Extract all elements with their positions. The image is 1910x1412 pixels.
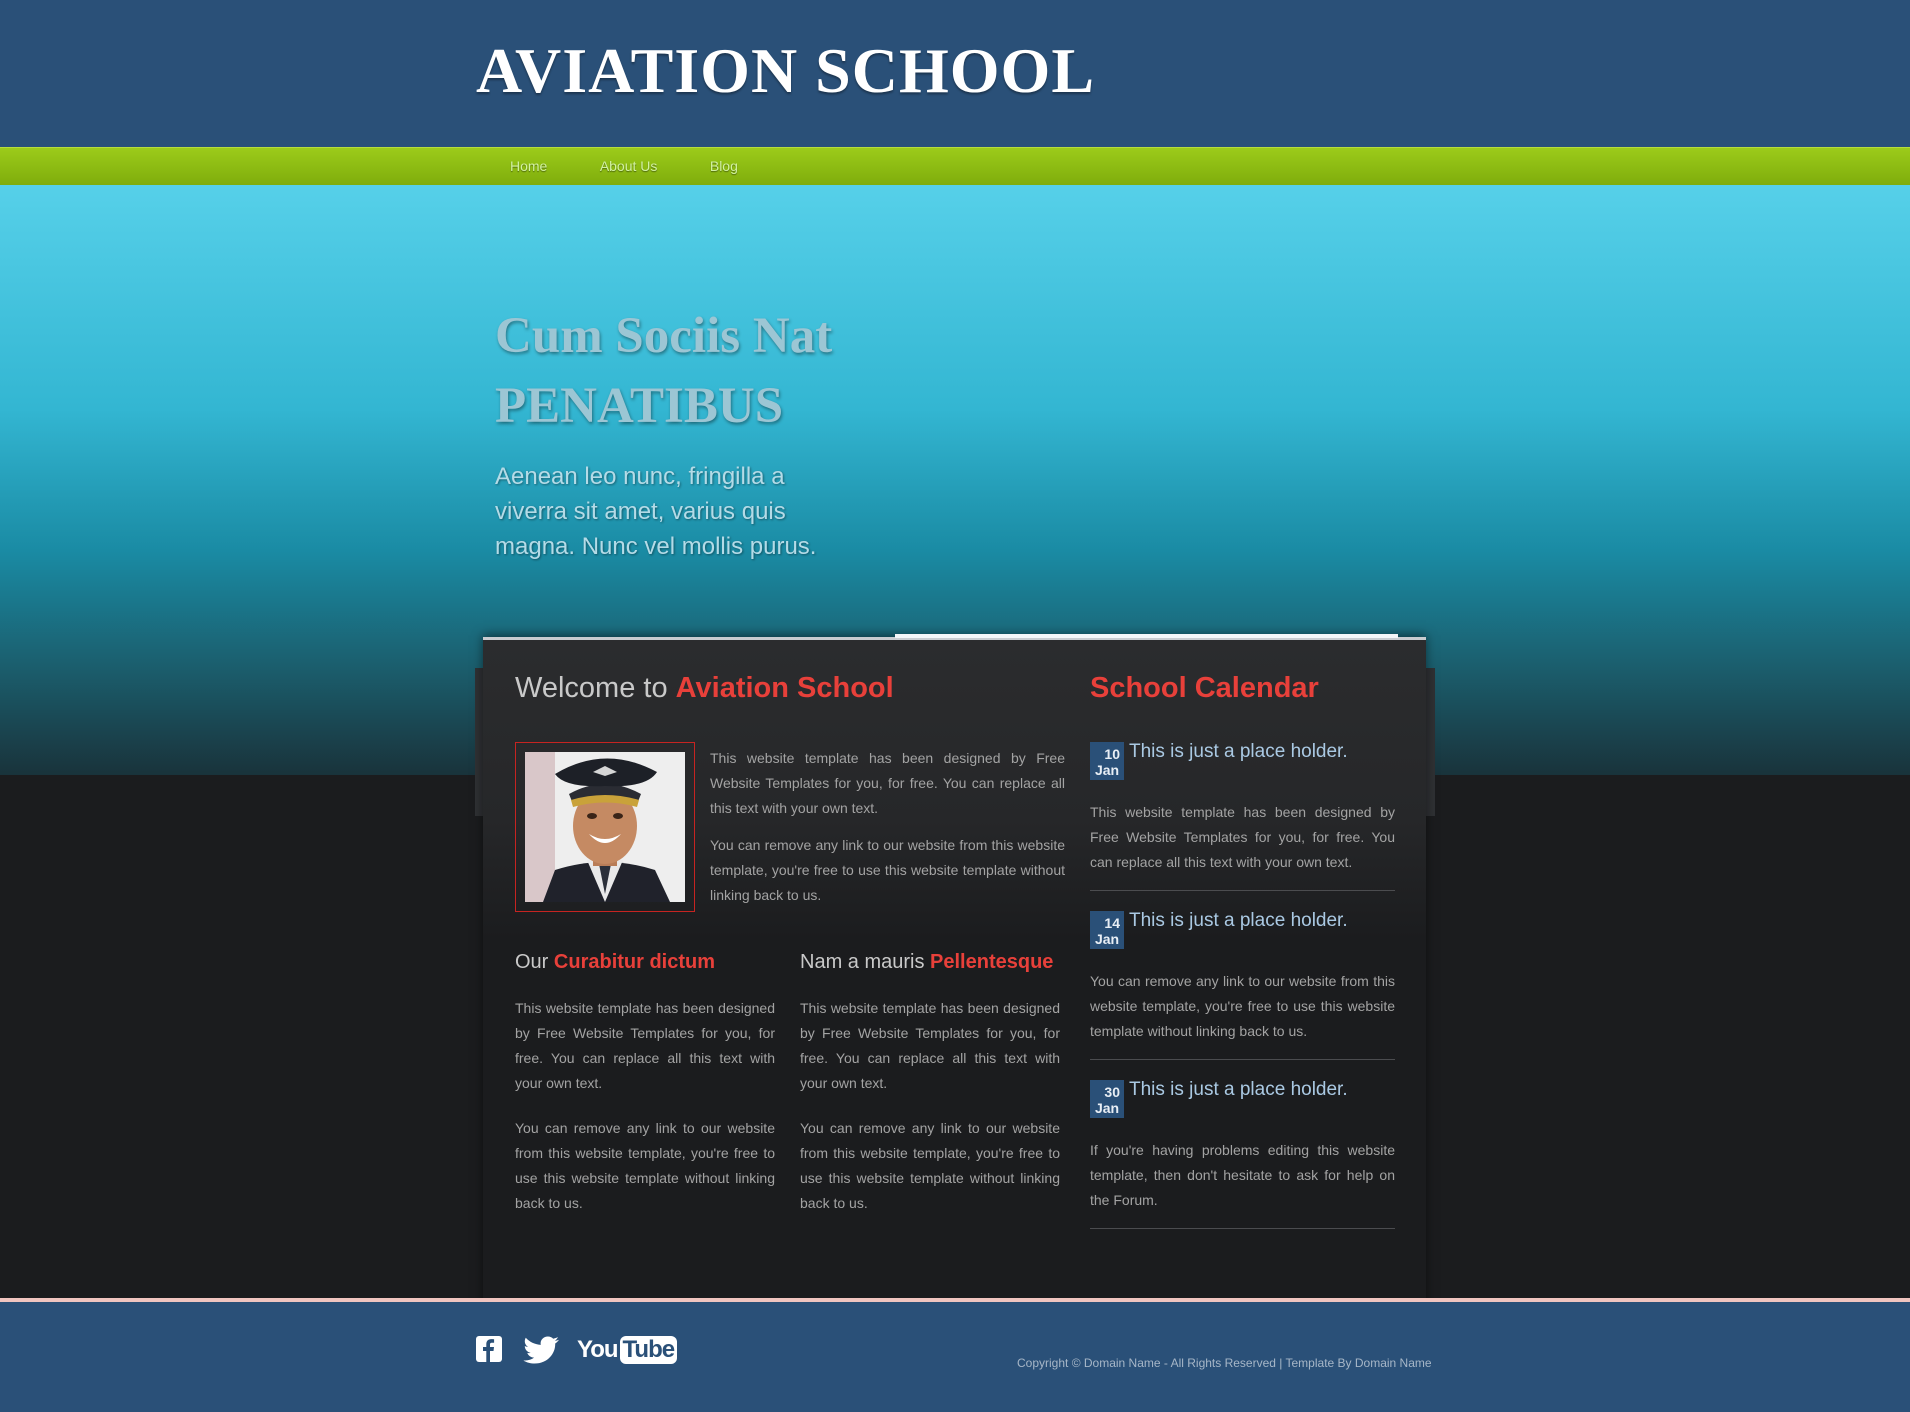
calendar-title-text: School Calendar — [1090, 672, 1319, 704]
nav-item-home[interactable]: Home — [510, 158, 547, 174]
calendar-event: 10 Jan This is just a place holder. This… — [1090, 741, 1395, 891]
column-2-title-accent: Pellentesque — [930, 951, 1054, 973]
youtube-you: You — [577, 1336, 619, 1363]
welcome-paragraph-2: You can remove any link to our website f… — [710, 837, 1065, 903]
event-text: This website template has been designed … — [1090, 804, 1395, 870]
event-title[interactable]: This is just a place holder. — [1129, 910, 1348, 932]
pilot-photo-frame — [515, 742, 695, 912]
pilot-image — [525, 752, 685, 902]
event-month: Jan — [1094, 1100, 1120, 1116]
welcome-title-plain: Welcome to — [515, 672, 676, 704]
site-logo[interactable]: AVIATION SCHOOL — [476, 32, 1095, 110]
event-month: Jan — [1094, 762, 1120, 778]
hero-title-line1: Cum Sociis Nat — [495, 308, 833, 364]
date-badge: 10 Jan — [1090, 742, 1124, 780]
copyright-text: Copyright © Domain Name - All Rights Res… — [1017, 1356, 1432, 1370]
event-day: 14 — [1104, 915, 1120, 931]
youtube-tube: Tube — [619, 1336, 678, 1364]
event-text: If you're having problems editing this w… — [1090, 1142, 1395, 1208]
column-1-paragraph-2: You can remove any link to our website f… — [515, 1120, 775, 1211]
welcome-paragraph-1: This website template has been designed … — [710, 750, 1065, 816]
header: AVIATION SCHOOL — [0, 0, 1910, 148]
calendar-event: 14 Jan This is just a place holder. You … — [1090, 910, 1395, 1060]
twitter-icon[interactable] — [521, 1336, 561, 1364]
event-title[interactable]: This is just a place holder. — [1129, 741, 1348, 763]
date-badge: 14 Jan — [1090, 911, 1124, 949]
nav-item-about-us[interactable]: About Us — [600, 158, 658, 174]
panel-highlight — [895, 634, 1398, 638]
hero-title-line2: PENATIBUS — [495, 378, 784, 434]
main-nav: Home About Us Blog — [0, 147, 1910, 186]
calendar-title: School Calendar — [1090, 672, 1319, 705]
date-badge: 30 Jan — [1090, 1080, 1124, 1118]
event-day: 30 — [1104, 1084, 1120, 1100]
column-2-paragraph-2: You can remove any link to our website f… — [800, 1120, 1060, 1211]
footer: You Tube Copyright © Domain Name - All Ri… — [0, 1302, 1910, 1412]
column-1-paragraph-1: This website template has been designed … — [515, 1000, 775, 1091]
hero-text: Aenean leo nunc, fringilla a viverra sit… — [495, 463, 817, 560]
column-1-title-accent: Curabitur dictum — [553, 951, 716, 973]
column-2-paragraph-1: This website template has been designed … — [800, 1000, 1060, 1091]
event-text: You can remove any link to our website f… — [1090, 973, 1395, 1039]
event-title[interactable]: This is just a place holder. — [1129, 1079, 1348, 1101]
pilot-photo — [525, 752, 685, 902]
event-day: 10 — [1104, 746, 1120, 762]
youtube-icon[interactable]: You Tube — [577, 1336, 678, 1364]
calendar-event: 30 Jan This is just a place holder. If y… — [1090, 1079, 1395, 1229]
column-2-title-plain: Nam a mauris — [800, 951, 931, 973]
welcome-title: Welcome to Aviation School — [515, 672, 894, 705]
hero-title: Cum Sociis Nat PENATIBUS — [495, 301, 1055, 441]
facebook-icon[interactable] — [476, 1336, 502, 1362]
nav-item-blog[interactable]: Blog — [710, 158, 738, 174]
column-2-title: Nam a mauris Pellentesque — [800, 951, 1053, 974]
event-month: Jan — [1094, 931, 1120, 947]
column-1-title: Our Curabitur dictum — [515, 951, 715, 974]
column-1-title-plain: Our — [515, 951, 554, 973]
welcome-title-accent: Aviation School — [675, 672, 894, 704]
